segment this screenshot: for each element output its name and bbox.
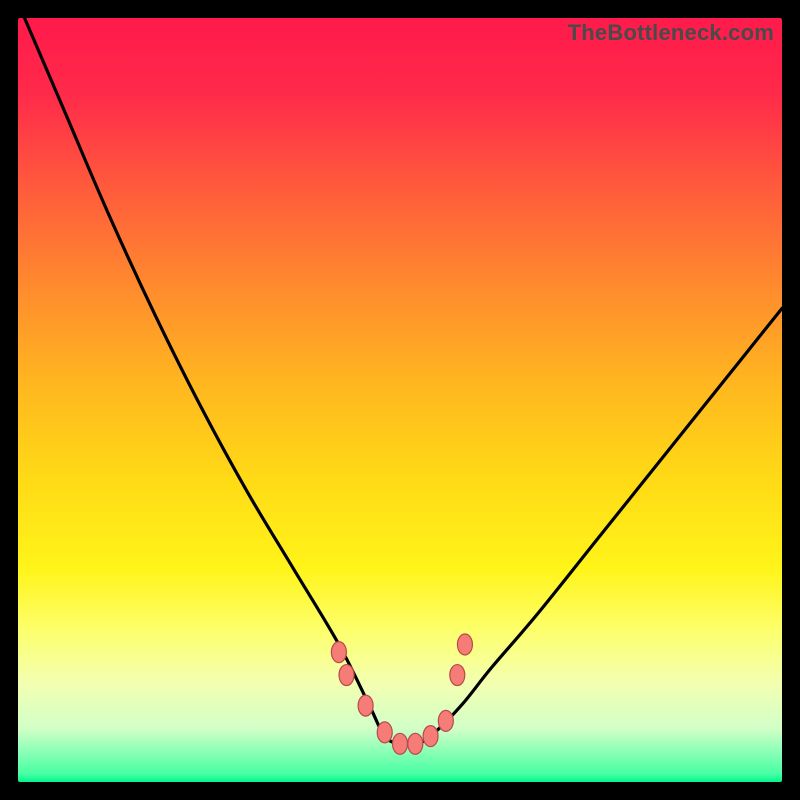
watermark-text: TheBottleneck.com — [568, 20, 774, 46]
plot-area: TheBottleneck.com — [18, 18, 782, 782]
chart-frame: TheBottleneck.com — [0, 0, 800, 800]
bottleneck-gradient-background — [18, 18, 782, 782]
